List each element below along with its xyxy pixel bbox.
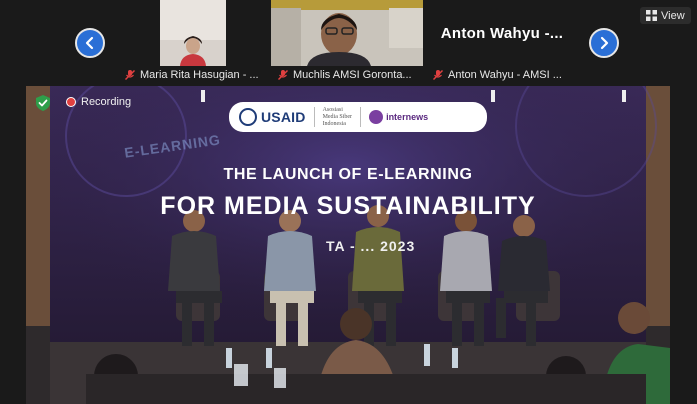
sponsor-logo-bar: USAID Asosiasi Media Siber Indonesia int…: [229, 102, 487, 132]
participant-video: [271, 0, 423, 66]
recording-dot-icon: [66, 97, 76, 107]
participant-tile-muchlis[interactable]: Muchlis AMSI Goronta...: [271, 0, 423, 83]
zoom-meeting-window: Maria Rita Hasugian - ... Muchlis AMSI G…: [0, 0, 697, 404]
participant-display-name: Anton Wahyu -...: [440, 24, 564, 42]
participant-name-row: Anton Wahyu - AMSI ...: [426, 66, 578, 83]
mic-muted-icon: [277, 69, 289, 80]
view-menu-button[interactable]: View: [640, 7, 691, 24]
participant-tile-maria[interactable]: Maria Rita Hasugian - ...: [118, 0, 268, 83]
internews-logo-icon: [369, 110, 384, 124]
event-subline: TA - ... 2023: [326, 238, 416, 254]
participant-tile-anton[interactable]: Anton Wahyu -... Anton Wahyu - AMSI ...: [426, 0, 578, 83]
participant-name-row: Muchlis AMSI Goronta...: [271, 66, 423, 83]
usaid-seal-icon: [239, 108, 257, 126]
participant-name: Muchlis AMSI Goronta...: [293, 68, 412, 81]
grid-view-icon: [646, 10, 657, 21]
participant-name: Maria Rita Hasugian - ...: [140, 68, 259, 81]
chevron-left-icon: [85, 36, 94, 50]
previous-page-button[interactable]: [75, 28, 105, 58]
event-headline-line-1: THE LAUNCH OF E-LEARNING: [223, 166, 473, 183]
next-page-button[interactable]: [589, 28, 619, 58]
amsi-line-3: Indonesia: [322, 120, 346, 127]
amsi-logo-text: Asosiasi Media Siber Indonesia: [323, 107, 353, 128]
shared-video-stage[interactable]: Recording USAID Asosiasi Media Siber Ind…: [26, 86, 670, 404]
amsi-line-1: Asosiasi: [322, 106, 343, 113]
participant-video-feed: [271, 0, 423, 66]
chevron-right-icon: [600, 36, 609, 50]
logo-divider: [360, 107, 362, 127]
participant-name: Anton Wahyu - AMSI ...: [448, 68, 562, 81]
internews-logo-text: internews: [386, 112, 429, 122]
logo-divider: [313, 107, 315, 127]
usaid-logo-text: USAID: [261, 109, 306, 125]
participant-name-row: Maria Rita Hasugian - ...: [118, 66, 268, 83]
mic-muted-icon: [432, 69, 444, 80]
recording-indicator: Recording: [66, 96, 131, 108]
participant-video: [118, 0, 268, 66]
participant-video-feed: [160, 0, 226, 66]
mic-muted-icon: [124, 69, 136, 80]
security-shield-icon: [36, 95, 50, 111]
event-headline-line-2: FOR MEDIA SUSTAINABILITY: [160, 192, 536, 220]
gallery-strip: Maria Rita Hasugian - ... Muchlis AMSI G…: [0, 0, 697, 86]
recording-label: Recording: [81, 96, 132, 108]
view-menu-label: View: [661, 9, 685, 22]
amsi-line-2: Media Siber: [322, 113, 353, 120]
